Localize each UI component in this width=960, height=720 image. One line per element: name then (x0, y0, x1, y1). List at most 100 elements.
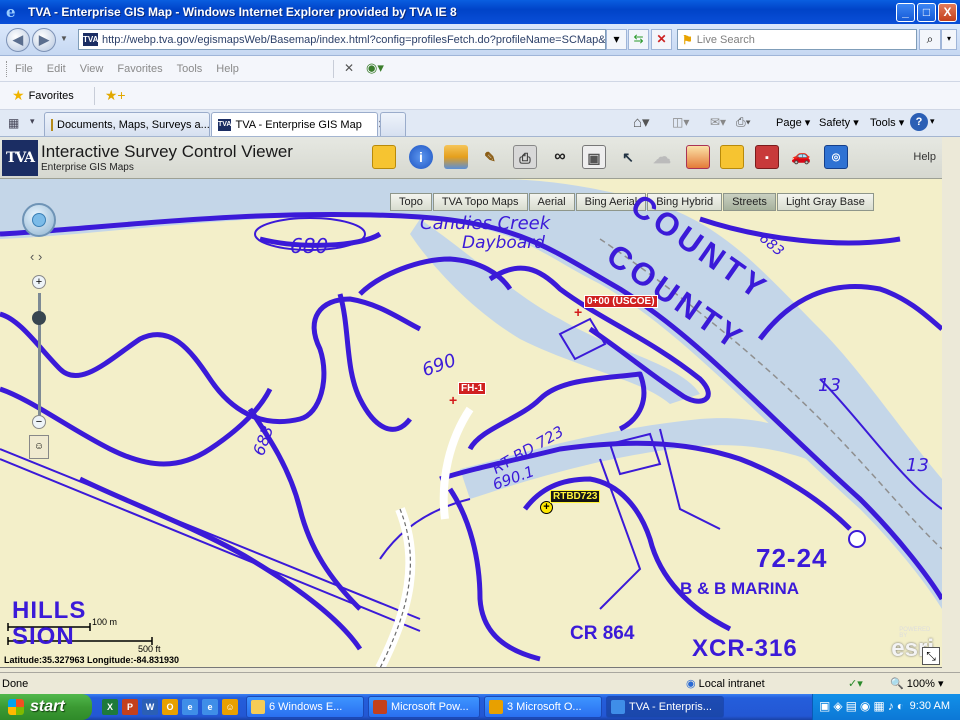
search-input[interactable]: ⚑ Live Search (677, 29, 917, 50)
marker-label-fh1[interactable]: FH-1 (458, 382, 487, 395)
addon-icon[interactable]: ◉▾ (366, 60, 384, 76)
intranet-icon: ◉ (686, 678, 699, 690)
safety-menu[interactable]: Safety ▾ (819, 116, 859, 129)
basemap-tva-topo[interactable]: TVA Topo Maps (432, 193, 528, 211)
pointer-icon[interactable]: ↖ (616, 145, 640, 169)
marker-label-rtbd723[interactable]: RTBD723 (550, 490, 601, 503)
taskbar-tva-gis[interactable]: TVA - Enterpris... (606, 696, 724, 718)
add-favorite-icon[interactable]: ★+ (105, 87, 126, 104)
favorites-star-icon: ★ (12, 87, 25, 103)
basemap-light-gray[interactable]: Light Gray Base (776, 193, 874, 211)
map-view[interactable]: Topo TVA Topo Maps Aerial Bing Aerial Bi… (0, 179, 942, 668)
search-options-icon[interactable]: ▾ (941, 29, 957, 50)
powerpoint-quicklaunch-icon[interactable]: P (122, 699, 138, 715)
survey-marker-uscoe[interactable]: + (574, 305, 582, 319)
survey-marker-fh1[interactable]: + (449, 393, 457, 407)
address-toolbar: ◀ ▶ ▼ TVA http://webp.tva.gov/egismapsWe… (0, 24, 960, 56)
street-view-icon[interactable]: ☺ (29, 435, 49, 459)
tab-list-dropdown-icon[interactable]: ▾ (30, 116, 35, 127)
zoom-level[interactable]: 🔍 100% ▾ (890, 677, 943, 690)
print-icon[interactable]: ⎙▾ (736, 115, 751, 130)
chart-icon[interactable] (686, 145, 710, 169)
favorites-button[interactable]: Favorites (29, 90, 74, 102)
mail-icon[interactable]: ✉▾ (710, 115, 726, 129)
zoom-thumb[interactable] (32, 311, 46, 325)
zoom-icon: 🔍 (890, 678, 907, 690)
forward-button[interactable]: ▶ (32, 28, 56, 52)
help-link[interactable]: Help (913, 151, 936, 163)
taskbar-outlook[interactable]: 3 Microsoft O... (484, 696, 602, 718)
outlook-quicklaunch-icon[interactable]: O (162, 699, 178, 715)
tray-icons[interactable]: ▣◈▤◉▦♪◐ (819, 699, 907, 713)
feeds-icon[interactable]: ◫▾ (672, 115, 689, 129)
tab-documents[interactable]: Documents, Maps, Surveys a... (44, 112, 210, 136)
security-zone[interactable]: ◉ Local intranet (686, 677, 765, 690)
pan-control[interactable] (22, 203, 56, 237)
close-toolbar-icon[interactable]: ✕ (344, 61, 354, 75)
history-dropdown-icon[interactable]: ▼ (60, 34, 68, 43)
tva-tab-icon: TVA (218, 118, 232, 131)
basemap-streets[interactable]: Streets (723, 193, 776, 211)
zoom-in-button[interactable]: + (32, 275, 46, 289)
menu-help[interactable]: Help (216, 63, 239, 75)
marker-label-uscoe[interactable]: 0+00 (USCOE) (584, 295, 658, 308)
fullscreen-icon[interactable]: ⤡ (922, 647, 940, 665)
taskbar: start X P W O e e ☺ 6 Windows E... Micro… (0, 694, 960, 720)
menu-tools[interactable]: Tools (177, 63, 203, 75)
basemap-aerial[interactable]: Aerial (528, 193, 575, 211)
page-menu[interactable]: Page ▾ (776, 116, 810, 129)
help-icon[interactable]: ? (910, 113, 928, 131)
maximize-button[interactable]: □ (917, 3, 936, 22)
tab-tva-gis[interactable]: TVA TVA - Enterprise GIS Map ✕ (211, 112, 387, 136)
app-subtitle: Enterprise GIS Maps (41, 162, 134, 173)
folder-open-icon[interactable] (720, 145, 744, 169)
info-icon[interactable]: i (409, 145, 433, 169)
menu-view[interactable]: View (80, 63, 104, 75)
close-button[interactable]: X (938, 3, 957, 22)
print-tool-icon[interactable]: ⎙ (513, 145, 537, 169)
refresh-icon[interactable]: ⇆ (628, 29, 649, 50)
home-icon[interactable]: ⌂▾ (633, 113, 650, 131)
taskbar-powerpoint[interactable]: Microsoft Pow... (368, 696, 480, 718)
help-dropdown-icon[interactable]: ▾ (930, 116, 935, 127)
back-button[interactable]: ◀ (6, 28, 30, 52)
taskbar-windows-explorer[interactable]: 6 Windows E... (246, 696, 364, 718)
address-dropdown-button[interactable]: ▾ (606, 29, 627, 50)
vehicle-icon[interactable]: 🚗 (789, 145, 813, 169)
start-button[interactable]: start (0, 694, 92, 720)
zoom-slider[interactable]: + − ☺ (29, 275, 49, 505)
favorites-separator (93, 86, 95, 105)
address-field[interactable]: TVA http://webp.tva.gov/egismapsWeb/Base… (78, 29, 606, 50)
folder-icon[interactable] (372, 145, 396, 169)
ie-quicklaunch-icon[interactable]: e (182, 699, 198, 715)
stop-icon[interactable]: ✕ (651, 29, 672, 50)
pan-arrows-icon[interactable]: ‹ › (30, 249, 42, 264)
ie-logo-icon: e (6, 3, 16, 21)
identify-icon[interactable]: ▣ (582, 145, 606, 169)
minimize-button[interactable]: _ (896, 3, 915, 22)
system-tray: ▣◈▤◉▦♪◐ 9:30 AM (812, 694, 960, 720)
word-quicklaunch-icon[interactable]: W (142, 699, 158, 715)
tools-menu[interactable]: Tools ▾ (870, 116, 904, 129)
save-icon[interactable]: ▪ (755, 145, 779, 169)
clock[interactable]: 9:30 AM (910, 700, 950, 712)
excel-quicklaunch-icon[interactable]: X (102, 699, 118, 715)
binoculars-icon[interactable]: ∞ (548, 145, 572, 169)
cloud-icon[interactable]: ☁ (650, 145, 674, 169)
sion-label: SION (12, 623, 75, 650)
share-icon[interactable]: ◎ (824, 145, 848, 169)
menu-file[interactable]: File (15, 63, 33, 75)
layers-icon[interactable] (444, 145, 468, 169)
window-title-bar[interactable]: e TVA - Enterprise GIS Map - Windows Int… (0, 0, 960, 24)
quick-tabs-icon[interactable]: ▦ (8, 116, 19, 130)
new-tab-button[interactable] (380, 112, 406, 136)
messenger-quicklaunch-icon[interactable]: ☺ (222, 699, 238, 715)
basemap-topo[interactable]: Topo (390, 193, 432, 211)
protected-mode-icon[interactable]: ✓▾ (848, 677, 863, 690)
search-go-icon[interactable]: ⌕ (919, 29, 941, 50)
zoom-out-button[interactable]: − (32, 415, 46, 429)
measure-icon[interactable]: ✎ (478, 145, 502, 169)
menu-edit[interactable]: Edit (47, 63, 66, 75)
menu-favorites[interactable]: Favorites (117, 63, 162, 75)
ie-quicklaunch-2-icon[interactable]: e (202, 699, 218, 715)
